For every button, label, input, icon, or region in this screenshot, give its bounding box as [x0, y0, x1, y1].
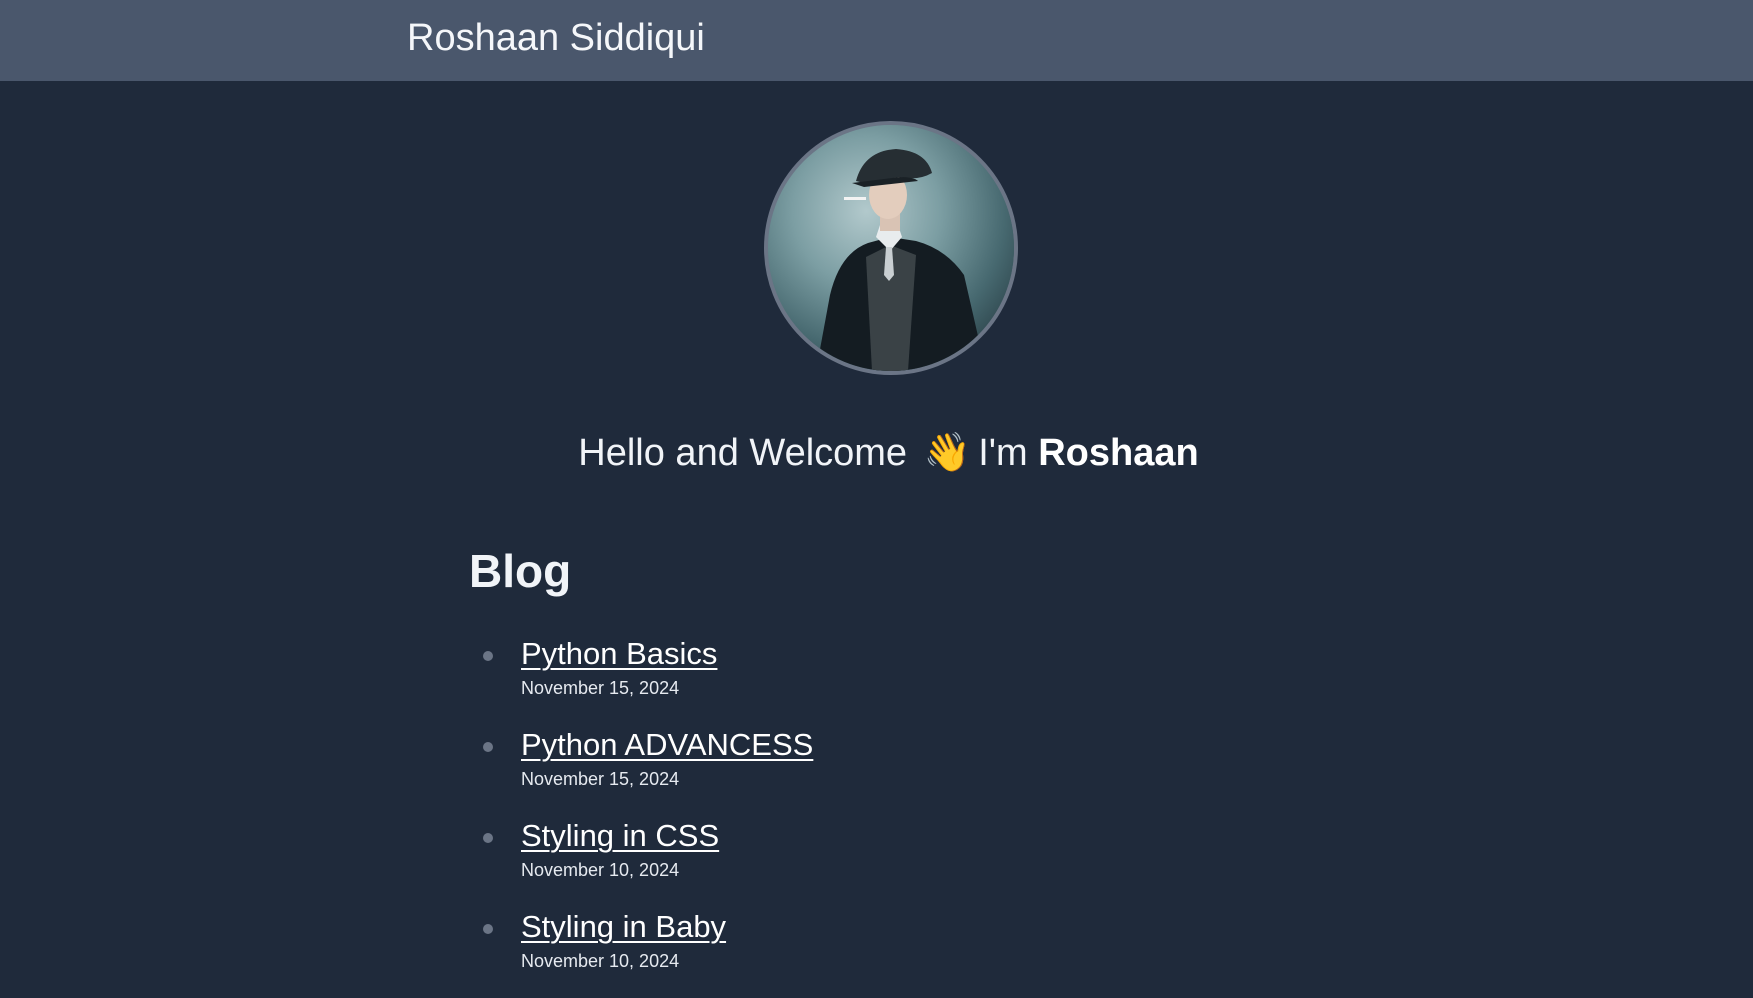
post-link-python-advancess[interactable]: Python ADVANCESS	[521, 725, 813, 765]
post-date: November 15, 2024	[521, 678, 680, 698]
list-item: Python Basics November 15, 2024	[469, 634, 813, 725]
post-date: November 10, 2024	[521, 951, 680, 971]
list-item: Styling in Baby November 10, 2024	[469, 907, 813, 998]
greeting-im: I'm	[978, 432, 1028, 474]
blog-heading: Blog	[469, 545, 572, 597]
post-link-styling-in-css[interactable]: Styling in CSS	[521, 816, 813, 856]
post-link-styling-in-baby[interactable]: Styling in Baby	[521, 907, 813, 947]
site-title[interactable]: Roshaan Siddiqui	[407, 16, 705, 60]
site-header: Roshaan Siddiqui	[0, 0, 1753, 81]
post-date: November 10, 2024	[521, 860, 680, 880]
post-date: November 15, 2024	[521, 769, 680, 789]
list-item: Styling in CSS November 10, 2024	[469, 816, 813, 907]
avatar-illustration	[768, 125, 1014, 371]
bullet-icon	[483, 742, 493, 752]
post-link-python-basics[interactable]: Python Basics	[521, 634, 813, 674]
bullet-icon	[483, 651, 493, 661]
blog-post-list: Python Basics November 15, 2024 Python A…	[469, 634, 813, 998]
avatar	[764, 121, 1018, 375]
list-item: Python ADVANCESS November 15, 2024	[469, 725, 813, 816]
welcome-heading: Hello and Welcome 👋 I'm Roshaan	[0, 428, 1753, 478]
greeting-name: Roshaan	[1038, 432, 1199, 474]
waving-hand-icon: 👋	[923, 432, 971, 474]
bullet-icon	[483, 833, 493, 843]
bullet-icon	[483, 924, 493, 934]
greeting-text: Hello and Welcome	[578, 432, 908, 474]
